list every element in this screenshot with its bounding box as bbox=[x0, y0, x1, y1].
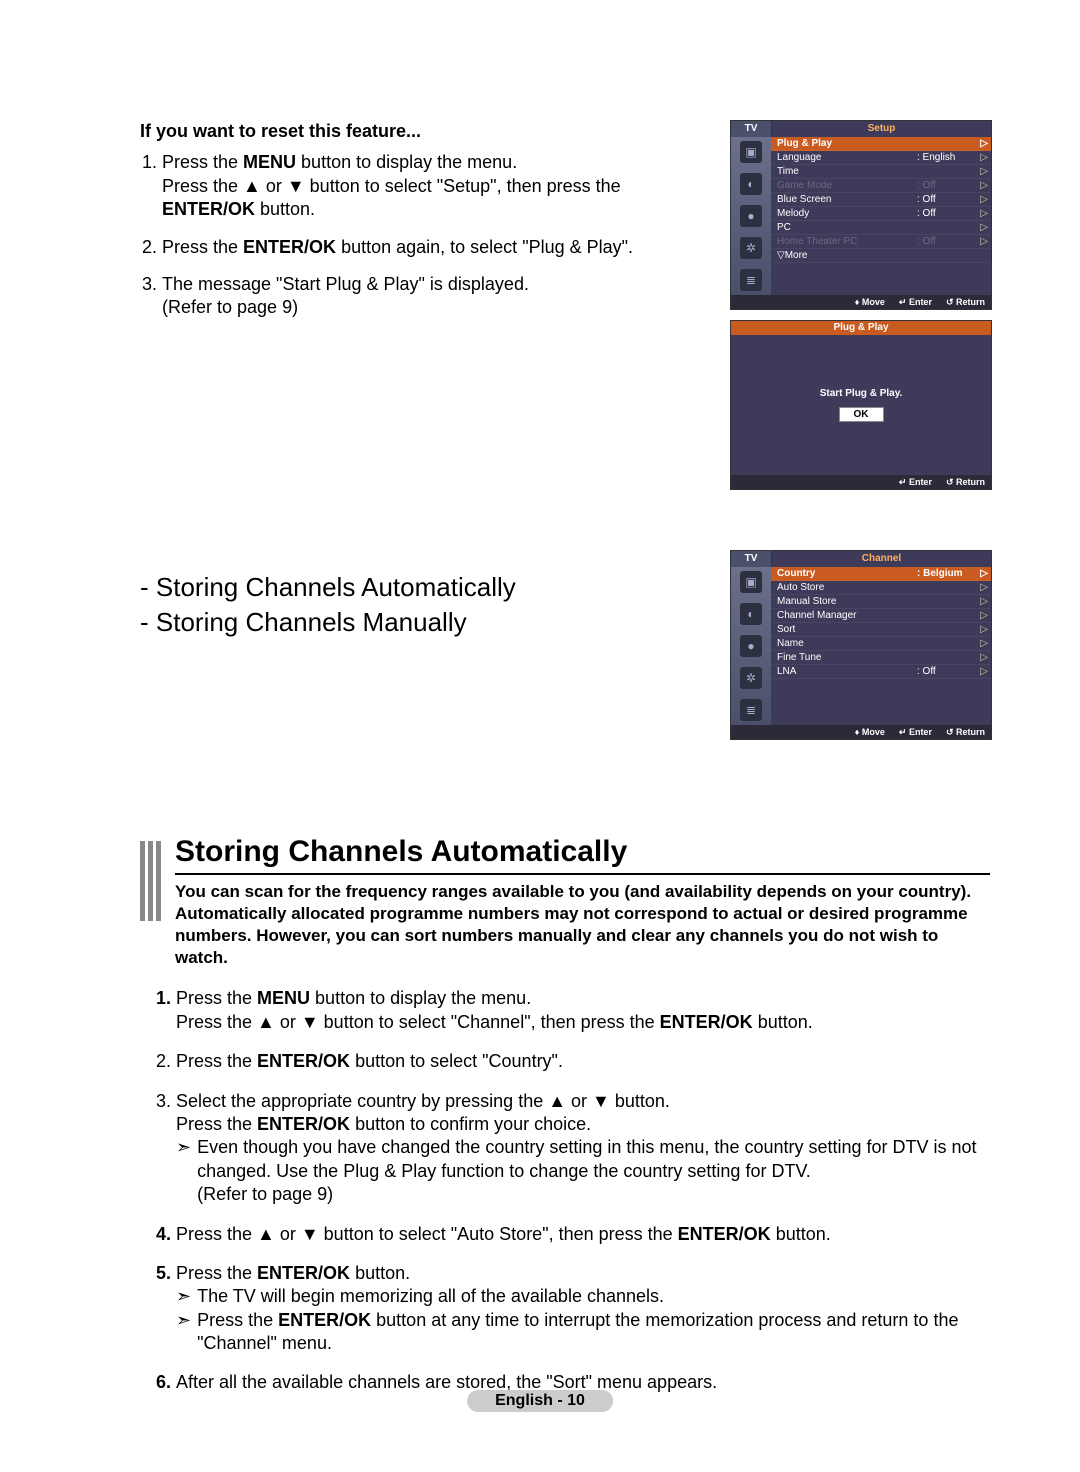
foot-move: ♦ Move bbox=[855, 295, 885, 309]
reset-step-1: Press the MENU button to display the men… bbox=[162, 151, 710, 221]
step-5-note-1: The TV will begin memorizing all of the … bbox=[176, 1285, 990, 1308]
osd-setup: TV Setup ▣ ◐ ● ✲ ≣ Plug & Play▷Language:… bbox=[730, 120, 992, 310]
t: button. bbox=[255, 199, 315, 219]
osd-title: Channel bbox=[772, 551, 991, 567]
input-icon: ≣ bbox=[740, 269, 762, 291]
osd-icon-column: ▣ ◐ ● ✲ ≣ bbox=[731, 137, 771, 295]
section-bars-icon bbox=[140, 835, 161, 921]
step-3: Select the appropriate country by pressi… bbox=[176, 1090, 990, 1207]
step-5-note-2: Press the ENTER/OK button at any time to… bbox=[176, 1309, 990, 1356]
osd-row[interactable]: Manual Store▷ bbox=[771, 595, 991, 609]
osd-row[interactable]: Home Theater PC: Off▷ bbox=[771, 235, 991, 249]
step-4: Press the ▲ or ▼ button to select "Auto … bbox=[176, 1223, 990, 1246]
t: Press the ▲ or ▼ button to select "Setup… bbox=[162, 176, 621, 196]
foot-return: ↺ Return bbox=[946, 725, 985, 739]
t: button again, to select "Plug & Play". bbox=[336, 237, 633, 257]
section-title: Storing Channels Automatically bbox=[175, 835, 990, 873]
osd-setup-list: Plug & Play▷Language: English▷Time▷Game … bbox=[771, 137, 991, 295]
foot-enter: ↵ Enter bbox=[899, 725, 932, 739]
t: Press the bbox=[162, 237, 243, 257]
t: Press the bbox=[162, 152, 243, 172]
osd-row[interactable]: Game Mode: Off▷ bbox=[771, 179, 991, 193]
osd-row[interactable]: Country: Belgium▷ bbox=[771, 567, 991, 581]
ok-button[interactable]: OK bbox=[839, 407, 884, 422]
osd-row[interactable]: Melody: Off▷ bbox=[771, 207, 991, 221]
enter-bold: ENTER/OK bbox=[162, 199, 255, 219]
t: button to display the menu. bbox=[296, 152, 517, 172]
input-icon: ≣ bbox=[740, 699, 762, 721]
osd-plug-msg: Start Plug & Play. bbox=[820, 388, 903, 399]
osd-row[interactable]: Blue Screen: Off▷ bbox=[771, 193, 991, 207]
osd-plug-title: Plug & Play bbox=[731, 321, 991, 335]
reset-heading: If you want to reset this feature... bbox=[140, 120, 710, 143]
foot-return: ↺ Return bbox=[946, 295, 985, 309]
mid-line-2: - Storing Channels Manually bbox=[140, 605, 710, 640]
foot-move: ♦ Move bbox=[855, 725, 885, 739]
osd-plugplay: Plug & Play Start Plug & Play. OK ↵ Ente… bbox=[730, 320, 992, 490]
reset-step-3: The message "Start Plug & Play" is displ… bbox=[162, 273, 710, 320]
osd-tv-label: TV bbox=[731, 551, 772, 567]
mid-line-1: - Storing Channels Automatically bbox=[140, 570, 710, 605]
step-5: Press the ENTER/OK button. The TV will b… bbox=[176, 1262, 990, 1356]
sound-icon: ◐ bbox=[740, 603, 762, 625]
step-1: Press the MENU button to display the men… bbox=[176, 987, 990, 1034]
osd-more: ▽More bbox=[771, 249, 991, 263]
osd-title: Setup bbox=[772, 121, 991, 137]
picture-icon: ▣ bbox=[740, 141, 762, 163]
picture-icon: ▣ bbox=[740, 571, 762, 593]
step-3-note: Even though you have changed the country… bbox=[176, 1136, 990, 1206]
osd-row[interactable]: Channel Manager▷ bbox=[771, 609, 991, 623]
osd-row[interactable]: Language: English▷ bbox=[771, 151, 991, 165]
osd-row[interactable]: LNA: Off▷ bbox=[771, 665, 991, 679]
t: (Refer to page 9) bbox=[162, 297, 298, 317]
enter-bold: ENTER/OK bbox=[243, 237, 336, 257]
osd-row[interactable]: Name▷ bbox=[771, 637, 991, 651]
osd-channel-list: Country: Belgium▷Auto Store▷Manual Store… bbox=[771, 567, 991, 725]
osd-row[interactable]: Fine Tune▷ bbox=[771, 651, 991, 665]
foot-enter: ↵ Enter bbox=[899, 475, 932, 489]
foot-return: ↺ Return bbox=[946, 475, 985, 489]
menu-bold: MENU bbox=[243, 152, 296, 172]
t: The message "Start Plug & Play" is displ… bbox=[162, 274, 529, 294]
osd-row[interactable]: PC▷ bbox=[771, 221, 991, 235]
sound-icon: ◐ bbox=[740, 173, 762, 195]
channel-icon: ● bbox=[740, 635, 762, 657]
channel-icon: ● bbox=[740, 205, 762, 227]
osd-tv-label: TV bbox=[731, 121, 772, 137]
osd-row[interactable]: Auto Store▷ bbox=[771, 581, 991, 595]
osd-icon-column: ▣ ◐ ● ✲ ≣ bbox=[731, 567, 771, 725]
osd-row[interactable]: Plug & Play▷ bbox=[771, 137, 991, 151]
osd-channel: TV Channel ▣ ◐ ● ✲ ≣ Country: Belgium▷Au… bbox=[730, 550, 992, 740]
osd-row[interactable]: Time▷ bbox=[771, 165, 991, 179]
foot-enter: ↵ Enter bbox=[899, 295, 932, 309]
section-intro: You can scan for the frequency ranges av… bbox=[175, 881, 990, 969]
page-footer: English - 10 bbox=[467, 1390, 613, 1412]
setup-icon: ✲ bbox=[740, 667, 762, 689]
osd-row[interactable]: Sort▷ bbox=[771, 623, 991, 637]
reset-step-2: Press the ENTER/OK button again, to sele… bbox=[162, 236, 710, 259]
setup-icon: ✲ bbox=[740, 237, 762, 259]
step-2: Press the ENTER/OK button to select "Cou… bbox=[176, 1050, 990, 1073]
